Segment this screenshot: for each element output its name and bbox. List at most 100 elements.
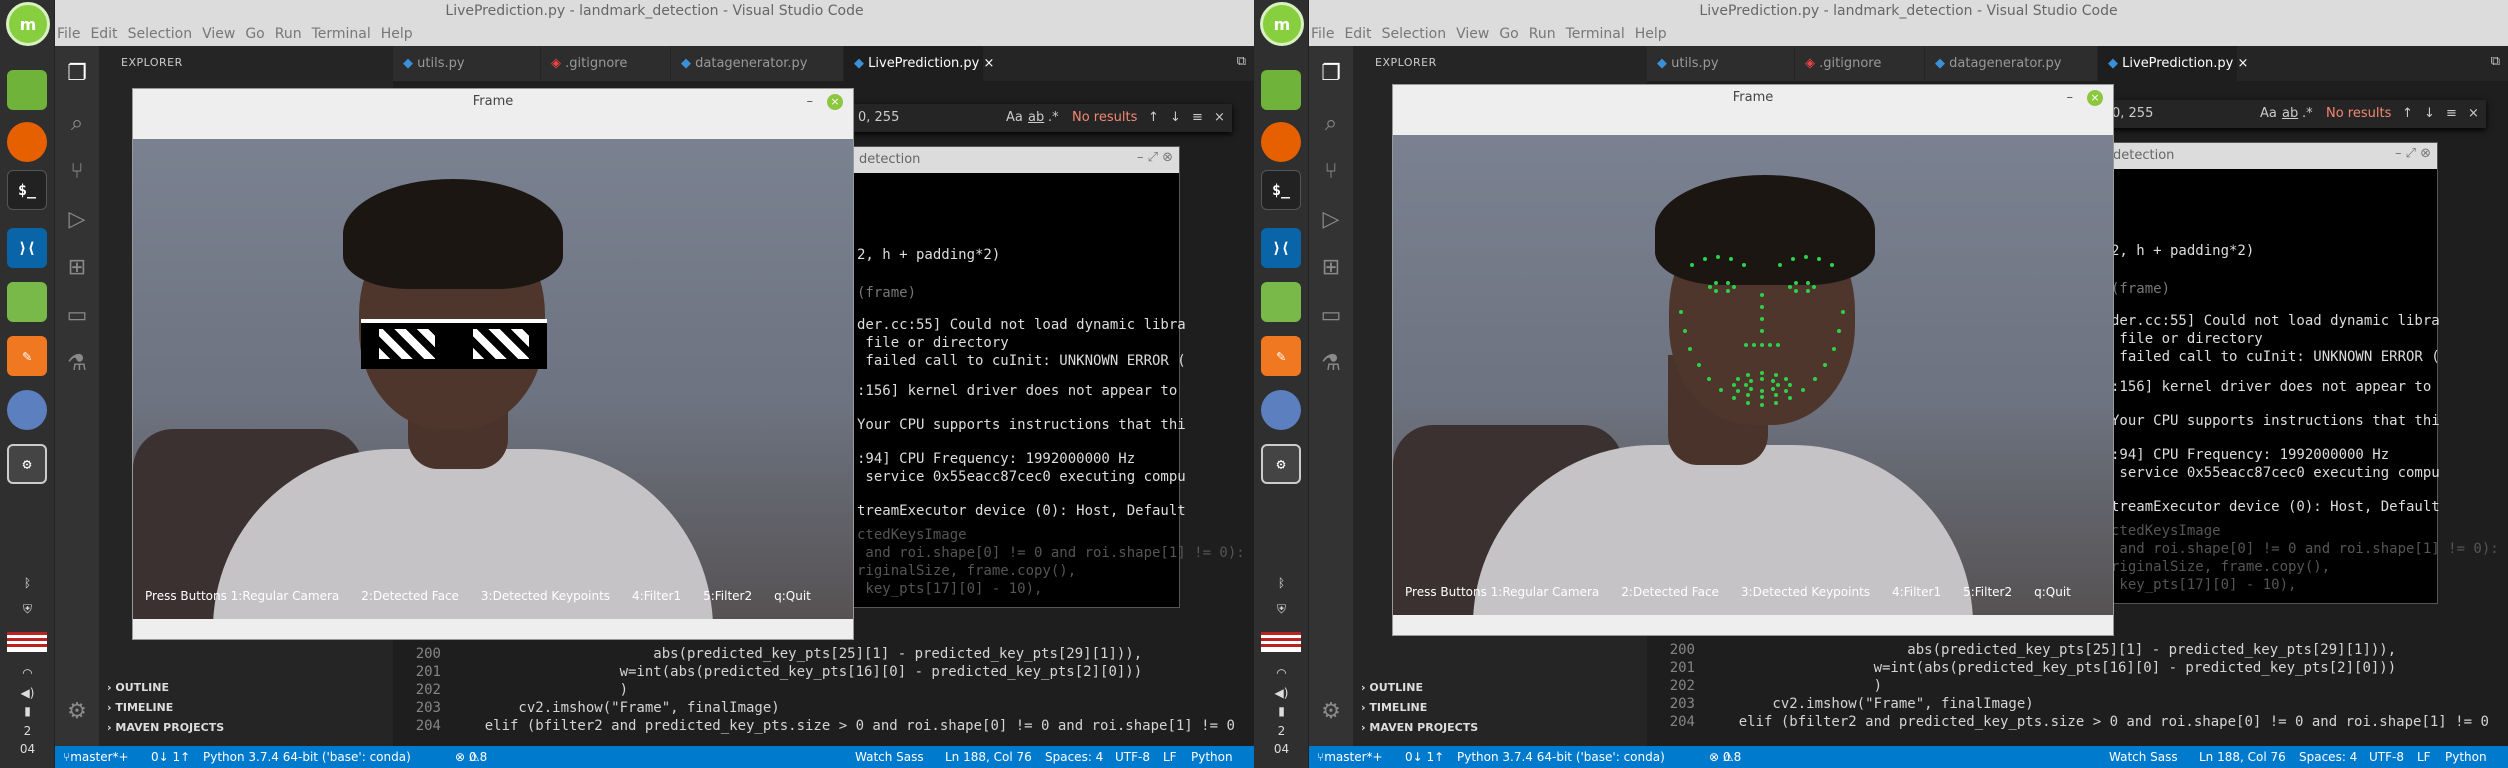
menu-file[interactable]: File bbox=[1311, 26, 1334, 42]
wifi-icon[interactable]: ◠ bbox=[1254, 666, 1309, 680]
sync-indicator[interactable]: 0↓ 1↑ bbox=[1405, 746, 1444, 768]
close-icon[interactable]: × bbox=[827, 94, 843, 110]
menu-view[interactable]: View bbox=[202, 26, 235, 42]
close-icon[interactable]: × bbox=[2087, 90, 2103, 106]
menu-edit[interactable]: Edit bbox=[1344, 26, 1371, 42]
arrow-up-icon[interactable]: ↑ bbox=[1148, 104, 1159, 132]
timeline-section[interactable]: › TIMELINE bbox=[99, 698, 393, 718]
mint-menu-icon[interactable]: m bbox=[1260, 2, 1304, 46]
menu-go[interactable]: Go bbox=[245, 26, 264, 42]
battery-icon[interactable]: ▮ bbox=[0, 704, 55, 718]
flask-icon[interactable]: ⚗ bbox=[63, 350, 91, 378]
flask-icon[interactable]: ⚗ bbox=[1317, 350, 1345, 378]
terminal-icon[interactable]: $_ bbox=[7, 170, 47, 210]
vscode-icon[interactable]: ⟩⟨ bbox=[7, 228, 47, 268]
settings-icon[interactable]: ⚙ bbox=[7, 444, 47, 484]
us-flag-icon[interactable] bbox=[1261, 632, 1301, 652]
encoding[interactable]: UTF-8 bbox=[2369, 746, 2404, 768]
pen-tool-icon[interactable]: ✎ bbox=[7, 336, 47, 376]
us-flag-icon[interactable] bbox=[7, 632, 47, 652]
settings-icon[interactable]: ⚙ bbox=[1261, 444, 1301, 484]
files-icon[interactable] bbox=[1261, 282, 1301, 322]
arrow-down-icon[interactable]: ↓ bbox=[1170, 104, 1181, 132]
window-controls-icon[interactable]: – ⤢ ⊗ bbox=[2395, 146, 2431, 161]
vscode-icon[interactable]: ⟩⟨ bbox=[1261, 228, 1301, 268]
cursor-position[interactable]: Ln 188, Col 76 bbox=[2199, 746, 2286, 768]
chromium-icon[interactable] bbox=[7, 390, 47, 430]
remote-icon[interactable]: ▭ bbox=[63, 302, 91, 330]
menu-go[interactable]: Go bbox=[1499, 26, 1518, 42]
branch-indicator[interactable]: ⑂ master*+ bbox=[1317, 746, 1383, 768]
menu-file[interactable]: File bbox=[57, 26, 80, 42]
language-mode[interactable]: Python bbox=[1191, 746, 1233, 768]
problems-indicator[interactable]: ⊗ 0 ⚠ 8 bbox=[1709, 746, 1741, 768]
split-editor-icon[interactable]: ⧉ bbox=[2491, 54, 2500, 69]
tab-utils[interactable]: ◆ utils.py bbox=[1647, 46, 1795, 81]
tab-liveprediction[interactable]: ◆ LivePrediction.py × bbox=[2098, 46, 2248, 81]
folder-icon[interactable] bbox=[7, 70, 47, 110]
problems-indicator[interactable]: ⊗ 0 ⚠ 8 bbox=[455, 746, 487, 768]
language-mode[interactable]: Python bbox=[2445, 746, 2487, 768]
match-case-toggle[interactable]: Aa bbox=[1006, 104, 1023, 132]
timeline-section[interactable]: › TIMELINE bbox=[1353, 698, 1647, 718]
tab-gitignore[interactable]: ◈ .gitignore bbox=[1795, 46, 1925, 81]
selection-icon[interactable]: ≡ bbox=[2446, 100, 2457, 128]
tab-datagenerator[interactable]: ◆ datagenerator.py bbox=[1925, 46, 2098, 81]
python-interpreter[interactable]: Python 3.7.4 64-bit ('base': conda) bbox=[203, 746, 411, 768]
minimize-icon[interactable]: – bbox=[807, 89, 814, 115]
extensions-icon[interactable]: ⊞ bbox=[1317, 254, 1345, 282]
find-input[interactable]: 0, 255 bbox=[858, 104, 899, 132]
menu-help[interactable]: Help bbox=[1635, 26, 1667, 42]
sync-indicator[interactable]: 0↓ 1↑ bbox=[151, 746, 190, 768]
mint-menu-icon[interactable]: m bbox=[6, 2, 50, 46]
menu-help[interactable]: Help bbox=[381, 26, 413, 42]
files-icon[interactable] bbox=[7, 282, 47, 322]
indentation[interactable]: Spaces: 4 bbox=[1045, 746, 1103, 768]
menu-selection[interactable]: Selection bbox=[1382, 26, 1447, 42]
regex-toggle[interactable]: .* bbox=[2302, 100, 2313, 128]
terminal-icon[interactable]: $_ bbox=[1261, 170, 1301, 210]
branch-indicator[interactable]: ⑂ master*+ bbox=[63, 746, 129, 768]
tab-utils[interactable]: ◆ utils.py bbox=[393, 46, 541, 81]
shield-icon[interactable]: ⛨ bbox=[0, 602, 55, 617]
watch-sass-button[interactable]: Watch Sass bbox=[855, 746, 924, 768]
manage-gear-icon[interactable]: ⚙ bbox=[63, 698, 91, 726]
maven-section[interactable]: › MAVEN PROJECTS bbox=[1353, 718, 1647, 738]
whole-word-toggle[interactable]: ab bbox=[1028, 104, 1044, 132]
explorer-icon[interactable]: ❐ bbox=[1317, 60, 1345, 88]
encoding[interactable]: UTF-8 bbox=[1115, 746, 1150, 768]
menu-edit[interactable]: Edit bbox=[90, 26, 117, 42]
tab-gitignore[interactable]: ◈ .gitignore bbox=[541, 46, 671, 81]
close-icon[interactable]: × bbox=[1214, 104, 1225, 132]
bluetooth-icon[interactable]: ᛒ bbox=[0, 576, 55, 590]
menu-terminal[interactable]: Terminal bbox=[1566, 26, 1625, 42]
maven-section[interactable]: › MAVEN PROJECTS bbox=[99, 718, 393, 738]
find-input[interactable]: 0, 255 bbox=[2112, 100, 2153, 128]
volume-icon[interactable]: ◀) bbox=[1254, 686, 1309, 700]
chromium-icon[interactable] bbox=[1261, 390, 1301, 430]
menu-terminal[interactable]: Terminal bbox=[312, 26, 371, 42]
outline-section[interactable]: › OUTLINE bbox=[99, 678, 393, 698]
run-debug-icon[interactable]: ▷ bbox=[63, 206, 91, 234]
close-icon[interactable]: × bbox=[2468, 100, 2479, 128]
window-controls-icon[interactable]: – ⤢ ⊗ bbox=[1137, 150, 1173, 165]
firefox-icon[interactable] bbox=[1261, 122, 1301, 162]
match-case-toggle[interactable]: Aa bbox=[2260, 100, 2277, 128]
eol[interactable]: LF bbox=[1163, 746, 1177, 768]
tab-liveprediction[interactable]: ◆ LivePrediction.py × bbox=[844, 46, 994, 81]
pen-tool-icon[interactable]: ✎ bbox=[1261, 336, 1301, 376]
extensions-icon[interactable]: ⊞ bbox=[63, 254, 91, 282]
outline-section[interactable]: › OUTLINE bbox=[1353, 678, 1647, 698]
search-icon[interactable]: ⌕ bbox=[1317, 110, 1345, 138]
explorer-icon[interactable]: ❐ bbox=[63, 60, 91, 88]
bluetooth-icon[interactable]: ᛒ bbox=[1254, 576, 1309, 590]
run-debug-icon[interactable]: ▷ bbox=[1317, 206, 1345, 234]
close-icon[interactable]: × bbox=[2238, 56, 2249, 71]
whole-word-toggle[interactable]: ab bbox=[2282, 100, 2298, 128]
minimize-icon[interactable]: – bbox=[2067, 85, 2074, 111]
cursor-position[interactable]: Ln 188, Col 76 bbox=[945, 746, 1032, 768]
regex-toggle[interactable]: .* bbox=[1048, 104, 1059, 132]
menu-run[interactable]: Run bbox=[1529, 26, 1556, 42]
folder-icon[interactable] bbox=[1261, 70, 1301, 110]
menu-view[interactable]: View bbox=[1456, 26, 1489, 42]
